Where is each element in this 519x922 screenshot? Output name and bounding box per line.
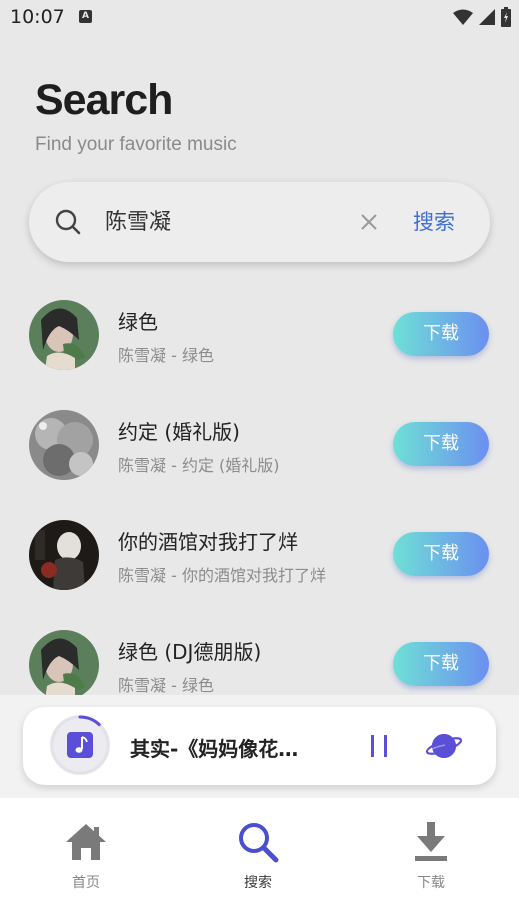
song-artist: 陈雪凝 - 约定 (婚礼版) [118, 456, 280, 475]
pause-icon [371, 735, 387, 757]
nav-search-label: 搜索 [244, 874, 272, 890]
nav-home-label: 首页 [72, 874, 100, 890]
list-item[interactable]: 约定 (婚礼版) 陈雪凝 - 约定 (婚礼版) 下载 [0, 396, 519, 496]
list-item[interactable]: 绿色 陈雪凝 - 绿色 下载 [0, 286, 519, 386]
mini-player-area: 其实-《妈妈像花… [0, 695, 519, 798]
search-icon [55, 209, 81, 235]
search-box: 搜索 [29, 182, 490, 262]
pause-button[interactable] [367, 731, 393, 761]
album-cover [29, 410, 99, 480]
player-artwork[interactable] [50, 715, 110, 775]
album-cover [29, 300, 99, 370]
list-item[interactable]: 你的酒馆对我打了烊 陈雪凝 - 你的酒馆对我打了烊 下载 [0, 506, 519, 606]
playback-progress-ring [50, 715, 110, 775]
wifi-icon [453, 9, 473, 25]
download-button[interactable]: 下载 [393, 642, 489, 686]
search-icon [239, 823, 279, 863]
planet-icon [425, 734, 463, 758]
song-artist: 陈雪凝 - 你的酒馆对我打了烊 [118, 566, 326, 585]
home-icon [66, 824, 106, 860]
status-time: 10:07 [10, 6, 65, 28]
mini-player[interactable]: 其实-《妈妈像花… [23, 707, 496, 785]
signal-icon [479, 9, 495, 25]
song-title: 绿色 (DJ德朋版) [118, 640, 262, 664]
song-artist: 陈雪凝 - 绿色 [118, 676, 214, 695]
search-input[interactable] [105, 204, 345, 240]
song-title: 绿色 [118, 310, 158, 334]
list-item[interactable]: 绿色 (DJ德朋版) 陈雪凝 - 绿色 下载 [0, 616, 519, 696]
download-icon [415, 822, 447, 861]
page-subtitle: Find your favorite music [35, 134, 237, 155]
notification-icon: A [79, 10, 92, 23]
page-title: Search [35, 76, 173, 124]
nav-download[interactable]: 下载 [376, 816, 486, 896]
album-cover [29, 630, 99, 696]
nav-search[interactable]: 搜索 [203, 816, 313, 896]
download-button[interactable]: 下载 [393, 532, 489, 576]
nav-download-label: 下载 [417, 874, 445, 890]
battery-icon [501, 7, 511, 27]
nav-home[interactable]: 首页 [31, 816, 141, 896]
search-button[interactable]: 搜索 [413, 204, 455, 240]
song-title: 约定 (婚礼版) [118, 420, 240, 444]
playlist-button[interactable] [425, 729, 463, 763]
download-button[interactable]: 下载 [393, 312, 489, 356]
song-title: 你的酒馆对我打了烊 [118, 530, 298, 554]
status-indicators [453, 7, 511, 27]
song-artist: 陈雪凝 - 绿色 [118, 346, 214, 365]
bottom-nav: 首页 搜索 下载 [0, 798, 519, 922]
album-cover [29, 520, 99, 590]
results-list: 绿色 陈雪凝 - 绿色 下载 约定 (婚礼版) 陈雪凝 - 约定 (婚礼版) 下… [0, 286, 519, 696]
status-bar: 10:07 A [0, 0, 519, 36]
now-playing-title: 其实-《妈妈像花… [130, 737, 299, 761]
clear-icon[interactable] [357, 210, 381, 234]
download-button[interactable]: 下载 [393, 422, 489, 466]
